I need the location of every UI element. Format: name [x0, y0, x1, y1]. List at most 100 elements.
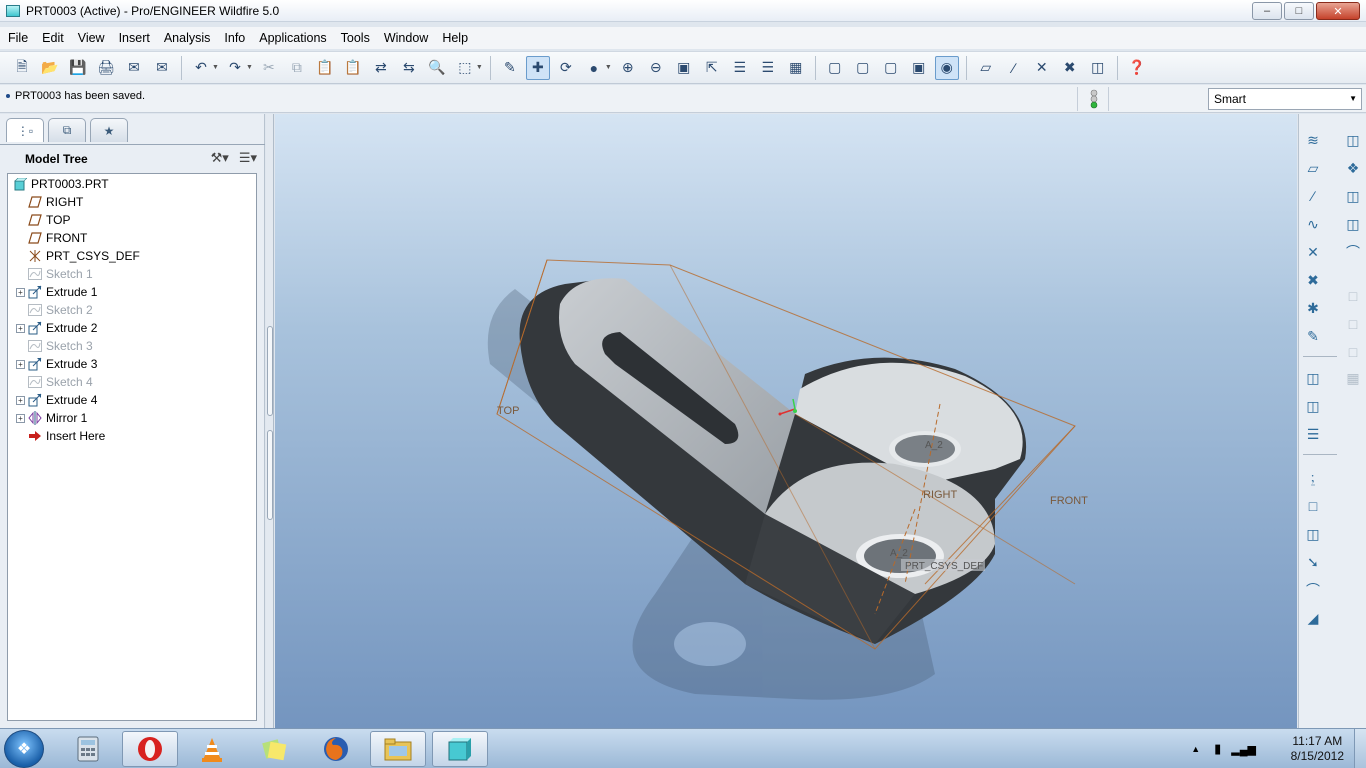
tree-item[interactable]: PRT0003.PRT — [13, 175, 109, 193]
menu-file[interactable]: File — [0, 31, 35, 45]
file-explorer-icon[interactable] — [370, 731, 426, 767]
csys-label[interactable]: PRT_CSYS_DEF — [905, 561, 983, 572]
tree-item[interactable]: RIGHT — [16, 193, 83, 211]
datum-label-right[interactable]: RIGHT — [923, 489, 958, 501]
enhanced-realism-icon[interactable]: ◉ — [934, 55, 959, 80]
hole-tool-icon[interactable]: ⍮ — [1301, 466, 1325, 490]
cut-icon[interactable]: ✂ — [257, 56, 281, 80]
sash-grip[interactable] — [267, 326, 273, 416]
mirror-tool-icon[interactable]: ❖ — [1341, 156, 1365, 180]
selection-filter-dropdown[interactable]: Smart ▼ — [1208, 88, 1362, 110]
axis-label-upper[interactable]: A_2 — [925, 440, 943, 451]
firefox-icon[interactable] — [308, 731, 364, 767]
folder-browser-tab-icon[interactable]: ⧉ — [48, 118, 86, 142]
tree-item[interactable]: FRONT — [16, 229, 87, 247]
tree-settings-icon[interactable]: ⚒▾ — [211, 150, 229, 166]
sweep-tool-icon[interactable]: ☰ — [1301, 422, 1325, 446]
menu-help[interactable]: Help — [435, 31, 475, 45]
datum-label-front[interactable]: FRONT — [1050, 495, 1088, 507]
hidden-line-icon[interactable]: ▢ — [851, 56, 875, 80]
tree-item[interactable]: TOP — [16, 211, 70, 229]
datum-plane-tool-icon[interactable]: ▱ — [1301, 156, 1325, 180]
extend-tool-icon[interactable]: ⌒ — [1341, 240, 1365, 264]
sketch-view-icon[interactable]: ✎ — [498, 56, 522, 80]
part-geometry[interactable] — [519, 278, 1027, 644]
network-signal-icon[interactable]: ▂▄▆ — [1231, 743, 1256, 756]
paste-special-icon[interactable]: 📋 — [341, 56, 365, 80]
proe-taskbar-icon[interactable] — [432, 731, 488, 767]
graphics-window[interactable]: TOP RIGHT FRONT A_2 A_2 PRT_CSYS_DEF — [275, 114, 1297, 728]
email-icon[interactable]: ✉ — [122, 56, 146, 80]
tree-item[interactable]: + Extrude 4 — [16, 391, 97, 409]
model-tree-tab-icon[interactable]: ⋮▫ — [6, 118, 44, 142]
expand-icon[interactable]: + — [16, 413, 25, 423]
draft-tool-icon[interactable]: ➘ — [1301, 550, 1325, 574]
menu-analysis[interactable]: Analysis — [157, 31, 218, 45]
tree-item[interactable]: Sketch 2 — [16, 301, 93, 319]
reorient-icon[interactable]: ⇱ — [700, 56, 724, 80]
calculator-icon[interactable] — [60, 731, 116, 767]
show-desktop-button[interactable] — [1354, 729, 1366, 768]
find-binoculars-icon[interactable]: 🔍 — [425, 56, 449, 80]
datum-axis-tool-icon[interactable]: ∕ — [1301, 184, 1325, 208]
paste-icon[interactable]: 📋 — [313, 56, 337, 80]
chevron-down-icon[interactable]: ▼ — [476, 64, 483, 71]
tree-item[interactable]: + Extrude 2 — [16, 319, 97, 337]
merge-tool-icon[interactable]: ◫ — [1341, 184, 1365, 208]
round-tool-icon[interactable]: ⌒ — [1301, 578, 1325, 602]
refit-icon[interactable]: ▣ — [672, 56, 696, 80]
tree-item[interactable]: + Mirror 1 — [16, 409, 87, 427]
tree-item[interactable]: Sketch 1 — [16, 265, 93, 283]
datum-label-top[interactable]: TOP — [497, 405, 519, 417]
csys-tool-icon[interactable]: ✖ — [1301, 268, 1325, 292]
analysis-tool-icon[interactable]: ✱ — [1301, 296, 1325, 320]
email-link-icon[interactable]: ✉ — [150, 56, 174, 80]
restore-button[interactable]: □ — [1284, 2, 1314, 20]
sash-grip[interactable] — [267, 430, 273, 520]
csys-display-icon[interactable]: ✖ — [1058, 56, 1082, 80]
start-button-icon[interactable]: ❖ — [4, 730, 44, 768]
chamfer-tool-icon[interactable]: ◢ — [1301, 606, 1325, 630]
save-icon[interactable]: 💾 — [66, 56, 90, 80]
vlc-icon[interactable] — [184, 731, 240, 767]
no-hidden-icon[interactable]: ▢ — [879, 56, 903, 80]
context-help-icon[interactable]: ❓ — [1125, 56, 1149, 80]
panel-splitter[interactable] — [266, 114, 274, 728]
regen-status-light-icon[interactable] — [1086, 89, 1102, 109]
datum-plane-display-icon[interactable]: ▱ — [974, 56, 998, 80]
undo-icon[interactable]: ↶ — [189, 56, 213, 80]
menu-insert[interactable]: Insert — [112, 31, 157, 45]
regenerate-icon[interactable]: ⇄ — [369, 56, 393, 80]
view-manager-icon[interactable]: ▦ — [784, 56, 808, 80]
copy-icon[interactable]: ⧉ — [285, 56, 309, 80]
menu-info[interactable]: Info — [217, 31, 252, 45]
pattern-tool-icon[interactable]: ◫ — [1341, 128, 1365, 152]
tree-item[interactable]: Sketch 4 — [16, 373, 93, 391]
menu-applications[interactable]: Applications — [252, 31, 333, 45]
rib-tool-icon[interactable]: ◫ — [1301, 522, 1325, 546]
tree-item[interactable]: PRT_CSYS_DEF — [16, 247, 140, 265]
close-button[interactable]: ✕ — [1316, 2, 1360, 20]
extrude-tool-icon[interactable]: ◫ — [1301, 366, 1325, 390]
expand-icon[interactable]: + — [16, 359, 25, 369]
trim-tool-icon[interactable]: ◫ — [1341, 212, 1365, 236]
datum-curve-tool-icon[interactable]: ∿ — [1301, 212, 1325, 236]
battery-icon[interactable]: ▮ — [1214, 741, 1221, 757]
minimize-button[interactable]: – — [1252, 2, 1282, 20]
revolve-tool-icon[interactable]: ◫ — [1301, 394, 1325, 418]
menu-tools[interactable]: Tools — [334, 31, 377, 45]
chevron-down-icon[interactable]: ▼ — [1349, 94, 1357, 103]
new-file-icon[interactable]: 🗎 — [10, 56, 34, 80]
expand-icon[interactable]: + — [16, 323, 25, 333]
sketch-tool-icon[interactable]: ≋ — [1301, 128, 1325, 152]
taskbar-clock[interactable]: 11:17 AM 8/15/2012 — [1291, 734, 1344, 764]
menu-edit[interactable]: Edit — [35, 31, 71, 45]
redo-icon[interactable]: ↷ — [223, 56, 247, 80]
tree-item[interactable]: Insert Here — [16, 427, 105, 445]
chevron-down-icon[interactable]: ▼ — [246, 64, 253, 71]
spin-center-icon[interactable]: ✚ — [525, 55, 550, 80]
tree-item[interactable]: + Extrude 1 — [16, 283, 97, 301]
print-icon[interactable]: 🖨 — [94, 56, 118, 80]
select-box-icon[interactable]: ⬚ — [453, 56, 477, 80]
axis-label-lower[interactable]: A_2 — [890, 548, 908, 559]
